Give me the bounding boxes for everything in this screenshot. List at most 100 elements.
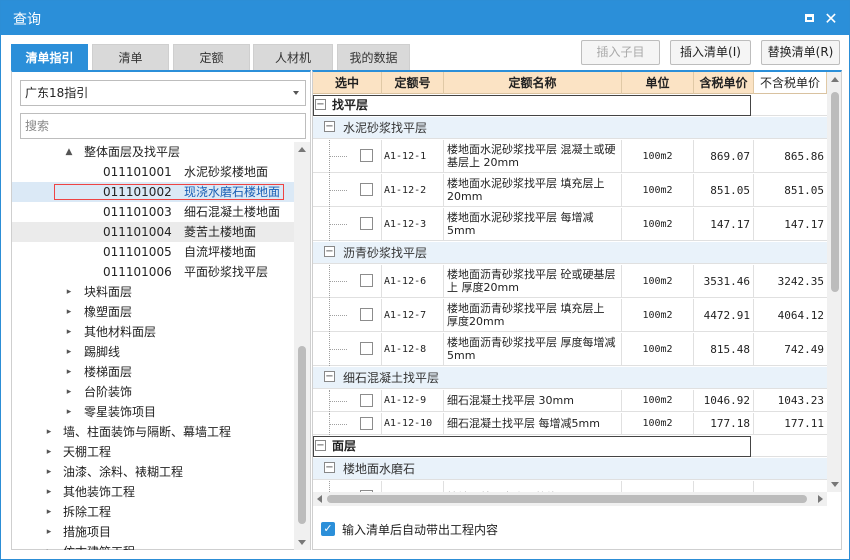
expand-icon[interactable]: ▸ bbox=[64, 382, 74, 402]
group-row[interactable]: − 找平层 bbox=[313, 95, 827, 116]
tab-2[interactable]: 定额 bbox=[173, 44, 250, 70]
tree-scrollbar[interactable] bbox=[294, 142, 310, 550]
scroll-down-icon[interactable] bbox=[298, 540, 306, 545]
expand-icon[interactable]: ▸ bbox=[44, 502, 54, 522]
expand-icon[interactable]: ▸ bbox=[64, 282, 74, 302]
grid-horizontal-scrollbar[interactable] bbox=[313, 492, 827, 506]
tab-0[interactable]: 清单指引 bbox=[11, 44, 88, 70]
tree-node[interactable]: ▲ 整体面层及找平层 bbox=[12, 142, 294, 162]
tree-node[interactable]: ▸ 拆除工程 bbox=[12, 502, 294, 522]
untaxed-price: 851.05 bbox=[784, 183, 824, 197]
collapse-icon[interactable]: − bbox=[315, 440, 326, 451]
collapse-icon[interactable]: − bbox=[324, 371, 335, 382]
quota-grid: 选中 定额号 定额名称 单位 含税单价 不含税单价 − 找平层 − 水泥砂浆找平层 A1-12-1 楼… bbox=[313, 72, 827, 492]
scroll-thumb[interactable] bbox=[327, 495, 807, 503]
guide-library-value: 广东18指引 bbox=[25, 86, 89, 100]
close-button[interactable]: ✕ bbox=[823, 9, 839, 28]
tree-node[interactable]: ▸ 仿古建筑工程 bbox=[12, 542, 294, 550]
scroll-up-icon[interactable] bbox=[298, 147, 306, 152]
replace-item-button[interactable]: 替换清单(R) bbox=[761, 40, 840, 65]
table-row: A1-12-1 楼地面水泥砂浆找平层 混凝土或硬基层上 20mm 100m2 869.… bbox=[313, 140, 827, 173]
select-cell bbox=[313, 413, 382, 434]
taxed-price: 4472.91 bbox=[694, 299, 754, 331]
taxed-price: 177.18 bbox=[694, 413, 754, 434]
expand-icon[interactable]: ▸ bbox=[64, 402, 74, 422]
group-row[interactable]: − 楼地面水磨石 bbox=[313, 458, 827, 480]
table-row: A1-12-9 细石混凝土找平层 30mm 100m2 1046.92 1043.23 bbox=[313, 390, 827, 412]
grid-vertical-scrollbar[interactable] bbox=[827, 72, 841, 492]
expand-icon[interactable]: ▲ bbox=[64, 142, 74, 162]
collapse-icon[interactable]: − bbox=[324, 246, 335, 257]
column-header[interactable]: 定额名称 bbox=[444, 72, 622, 94]
scroll-thumb[interactable] bbox=[298, 346, 306, 524]
group-row[interactable]: − 面层 bbox=[313, 436, 827, 457]
tree-node[interactable]: ▸ 踢脚线 bbox=[12, 342, 294, 362]
expand-icon[interactable]: ▸ bbox=[44, 442, 54, 462]
group-row[interactable]: − 水泥砂浆找平层 bbox=[313, 117, 827, 139]
scroll-down-icon[interactable] bbox=[831, 482, 839, 487]
maximize-button[interactable] bbox=[801, 10, 817, 26]
expand-icon[interactable]: ▸ bbox=[64, 362, 74, 382]
column-header[interactable]: 不含税单价 bbox=[754, 72, 827, 94]
scroll-right-icon[interactable] bbox=[818, 495, 823, 503]
expand-icon[interactable]: ▸ bbox=[44, 422, 54, 442]
expand-icon[interactable]: ▸ bbox=[44, 482, 54, 502]
tree-node-label: 菱苦土楼地面 bbox=[184, 225, 257, 239]
taxed-price: 147.17 bbox=[694, 208, 754, 240]
tab-3[interactable]: 人材机 bbox=[253, 44, 333, 70]
tree-node-label: 自流坪楼地面 bbox=[184, 245, 257, 259]
expand-icon[interactable]: ▸ bbox=[64, 342, 74, 362]
column-header[interactable]: 含税单价 bbox=[694, 72, 754, 94]
expand-icon[interactable]: ▸ bbox=[64, 322, 74, 342]
column-header[interactable]: 单位 bbox=[622, 72, 694, 94]
collapse-icon[interactable]: − bbox=[324, 121, 335, 132]
expand-icon[interactable]: ▸ bbox=[44, 522, 54, 542]
quota-name: 楼地面普通水磨石整体面层 不带 bbox=[444, 481, 622, 492]
tree-node[interactable]: ▸ 零星装饰项目 bbox=[12, 402, 294, 422]
tree-node[interactable]: ▸ 其他装饰工程 bbox=[12, 482, 294, 502]
tree-node[interactable]: ▸ 橡塑面层 bbox=[12, 302, 294, 322]
tree-node-label: 平面砂浆找平层 bbox=[184, 265, 269, 279]
untaxed-price: 3242.35 bbox=[777, 274, 824, 288]
tree-node[interactable]: ▸ 台阶装饰 bbox=[12, 382, 294, 402]
tree-node[interactable]: 011101003 细石混凝土楼地面 bbox=[12, 202, 294, 222]
guide-library-select[interactable]: 广东18指引 bbox=[20, 80, 306, 106]
collapse-icon[interactable]: − bbox=[315, 99, 326, 110]
group-row[interactable]: − 细石混凝土找平层 bbox=[313, 367, 827, 389]
scroll-left-icon[interactable] bbox=[317, 495, 322, 503]
auto-content-checkbox[interactable]: ✓ bbox=[321, 522, 335, 536]
column-header[interactable]: 选中 bbox=[313, 72, 382, 94]
insert-item-button[interactable]: 插入清单(I) bbox=[670, 40, 751, 65]
search-input[interactable] bbox=[20, 113, 306, 139]
unit-cell: 100m2 bbox=[622, 481, 694, 492]
tree-node-label: 零星装饰项目 bbox=[84, 405, 157, 419]
tree-node[interactable]: 011101004 菱苦土楼地面 bbox=[12, 222, 294, 242]
tree-node[interactable]: 011101005 自流坪楼地面 bbox=[12, 242, 294, 262]
tree-node-label: 油漆、涂料、裱糊工程 bbox=[63, 465, 184, 479]
scroll-up-icon[interactable] bbox=[831, 77, 839, 82]
expand-icon[interactable]: ▸ bbox=[64, 302, 74, 322]
tree-node[interactable]: 011101001 水泥砂浆楼地面 bbox=[12, 162, 294, 182]
insert-child-button[interactable]: 插入子目 bbox=[581, 40, 660, 65]
expand-icon[interactable]: ▸ bbox=[44, 542, 54, 550]
tree-node[interactable]: ▸ 天棚工程 bbox=[12, 442, 294, 462]
select-cell bbox=[313, 265, 382, 297]
column-header[interactable]: 定额号 bbox=[382, 72, 444, 94]
tree-node[interactable]: ▸ 油漆、涂料、裱糊工程 bbox=[12, 462, 294, 482]
tree-node[interactable]: ▸ 其他材料面层 bbox=[12, 322, 294, 342]
tree-node[interactable]: 011101006 平面砂浆找平层 bbox=[12, 262, 294, 282]
quota-code: A1-12-2 bbox=[382, 174, 444, 206]
tree-node[interactable]: ▸ 块料面层 bbox=[12, 282, 294, 302]
group-row[interactable]: − 沥青砂浆找平层 bbox=[313, 242, 827, 264]
expand-icon[interactable]: ▸ bbox=[44, 462, 54, 482]
tree-node[interactable]: 011101002 现浇水磨石楼地面 bbox=[12, 182, 294, 202]
tab-4[interactable]: 我的数据 bbox=[337, 44, 410, 70]
tree-node[interactable]: ▸ 楼梯面层 bbox=[12, 362, 294, 382]
tree-node[interactable]: ▸ 墙、柱面装饰与隔断、幕墙工程 bbox=[12, 422, 294, 442]
untaxed-price: 8147.49 bbox=[754, 481, 827, 493]
tree-node-code: 011101006 bbox=[103, 265, 172, 279]
collapse-icon[interactable]: − bbox=[324, 462, 335, 473]
tree-node[interactable]: ▸ 措施项目 bbox=[12, 522, 294, 542]
scroll-thumb[interactable] bbox=[831, 92, 839, 292]
tab-1[interactable]: 清单 bbox=[92, 44, 169, 70]
